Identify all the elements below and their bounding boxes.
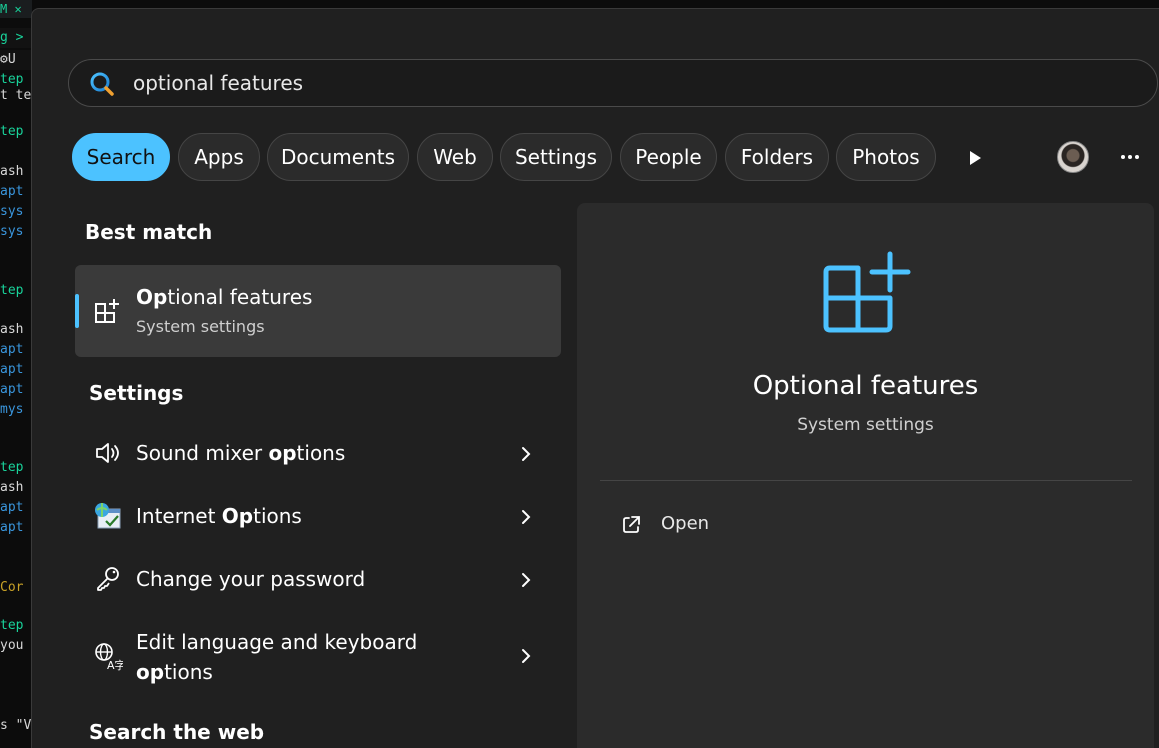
open-button[interactable]: Open [661, 513, 709, 534]
settings-item-label: Change your password [136, 567, 366, 591]
terminal-line: tep [0, 618, 24, 633]
search-icon [90, 72, 114, 96]
best-match-item[interactable]: Optional features System settings [75, 265, 561, 357]
settings-item-edit-language[interactable]: A字 Edit language and keyboard options [75, 614, 561, 694]
terminal-line: mys [0, 402, 24, 417]
preview-title: Optional features [752, 371, 979, 401]
settings-item-internet-options[interactable]: Internet Options [75, 488, 561, 544]
more-options-icon[interactable] [1119, 146, 1141, 168]
best-match-heading: Best match [85, 220, 213, 244]
key-icon [97, 567, 119, 591]
divider [600, 480, 1132, 481]
terminal-line: sys [0, 204, 24, 219]
terminal-line: tep [0, 283, 24, 298]
terminal-line: apt [0, 520, 24, 535]
start-search-panel: Search Apps Documents Web Settings Peopl… [31, 8, 1159, 748]
terminal-line: tep [0, 72, 24, 87]
filter-search[interactable]: Search [72, 133, 170, 181]
settings-item-label: Sound mixer options [136, 441, 346, 465]
filter-folders[interactable]: Folders [725, 133, 829, 181]
terminal-line: ash [0, 322, 24, 337]
settings-item-label: Edit language and keyboard options [136, 630, 418, 684]
language-icon: A字 [95, 643, 123, 671]
terminal-line: g > [0, 30, 24, 45]
terminal-line: sys [0, 224, 24, 239]
terminal-line: ash [0, 480, 24, 495]
selection-indicator [75, 294, 79, 328]
more-filters-arrow-icon[interactable] [966, 149, 984, 167]
terminal-line: tep [0, 124, 24, 139]
settings-item-sound-mixer[interactable]: Sound mixer options [75, 425, 561, 481]
chevron-right-icon [522, 447, 531, 461]
filter-apps[interactable]: Apps [178, 133, 260, 181]
background-terminal: M ✕ g > ⚙U tep t te tep ash apt sys sys tep ash… [0, 0, 32, 748]
svg-text:A字: A字 [107, 658, 123, 671]
terminal-line: apt [0, 362, 24, 377]
terminal-line: apt [0, 184, 24, 199]
terminal-line: you [0, 638, 24, 653]
terminal-line: tep [0, 460, 24, 475]
terminal-line: Cor [0, 580, 24, 595]
settings-heading: Settings [89, 381, 184, 405]
chevron-right-icon [522, 649, 531, 663]
preview-pane: Optional features System settings Open [577, 203, 1154, 748]
search-the-web-heading: Search the web [89, 720, 265, 744]
best-match-title: Optional features [136, 285, 313, 309]
best-match-subtitle: System settings [136, 317, 265, 336]
speaker-icon [96, 443, 119, 463]
terminal-line: s "V [0, 718, 32, 733]
terminal-line: apt [0, 342, 24, 357]
open-external-icon[interactable] [620, 514, 642, 536]
internet-options-icon [95, 503, 121, 529]
terminal-line: t te [0, 88, 32, 103]
terminal-line: ash [0, 164, 24, 179]
filter-web[interactable]: Web [417, 133, 493, 181]
filter-documents[interactable]: Documents [267, 133, 409, 181]
preview-subtitle: System settings [797, 415, 934, 435]
filter-people[interactable]: People [620, 133, 717, 181]
chevron-right-icon [522, 510, 531, 524]
avatar[interactable] [1057, 141, 1089, 173]
search-box[interactable] [68, 59, 1158, 107]
settings-item-change-password[interactable]: Change your password [75, 551, 561, 607]
terminal-tab[interactable]: M ✕ [0, 0, 22, 18]
filter-photos[interactable]: Photos [836, 133, 936, 181]
chevron-right-icon [522, 573, 531, 587]
search-input[interactable] [133, 68, 1033, 98]
optional-features-icon [95, 299, 119, 323]
terminal-line: apt [0, 382, 24, 397]
terminal-line: ⚙U [0, 52, 16, 67]
filter-settings[interactable]: Settings [500, 133, 612, 181]
terminal-line: apt [0, 500, 24, 515]
optional-features-large-icon [823, 251, 911, 333]
settings-item-label: Internet Options [136, 504, 302, 528]
